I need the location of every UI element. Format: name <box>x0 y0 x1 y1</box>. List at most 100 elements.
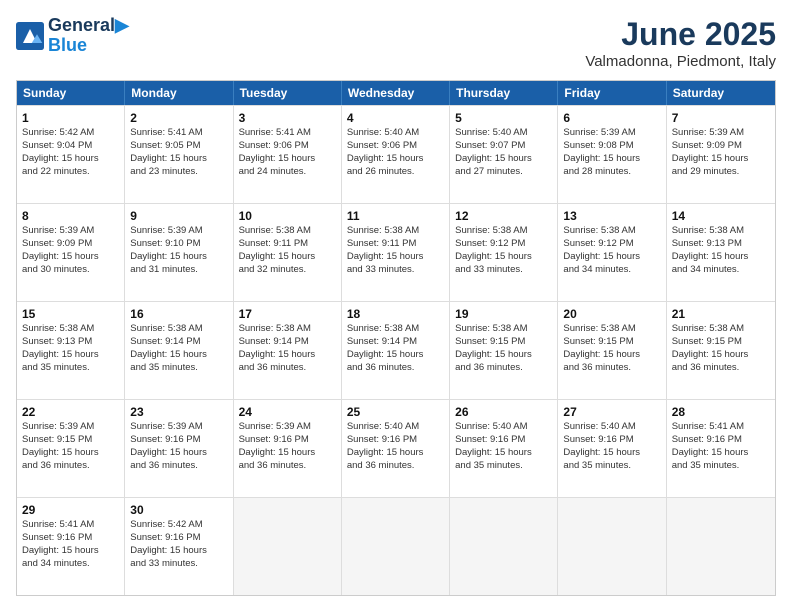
day-info-line: Sunset: 9:15 PM <box>22 434 119 447</box>
day-info-line: Sunset: 9:15 PM <box>672 336 770 349</box>
location-title: Valmadonna, Piedmont, Italy <box>585 53 776 70</box>
day-info-line: Sunset: 9:10 PM <box>130 238 227 251</box>
day-number: 22 <box>22 404 119 420</box>
header-thursday: Thursday <box>450 81 558 105</box>
calendar-cell: 25Sunrise: 5:40 AMSunset: 9:16 PMDayligh… <box>342 400 450 497</box>
day-info-line: Sunset: 9:07 PM <box>455 140 552 153</box>
calendar-cell: 22Sunrise: 5:39 AMSunset: 9:15 PMDayligh… <box>17 400 125 497</box>
day-info-line: Sunset: 9:16 PM <box>239 434 336 447</box>
day-info-line: and 36 minutes. <box>239 460 336 473</box>
day-info-line: and 36 minutes. <box>672 362 770 375</box>
day-number: 29 <box>22 502 119 518</box>
day-info-line: Sunset: 9:16 PM <box>130 434 227 447</box>
calendar-cell: 28Sunrise: 5:41 AMSunset: 9:16 PMDayligh… <box>667 400 775 497</box>
calendar-cell: 14Sunrise: 5:38 AMSunset: 9:13 PMDayligh… <box>667 204 775 301</box>
day-info-line: and 29 minutes. <box>672 166 770 179</box>
calendar-cell: 20Sunrise: 5:38 AMSunset: 9:15 PMDayligh… <box>558 302 666 399</box>
day-info-line: Sunrise: 5:40 AM <box>563 421 660 434</box>
day-info-line: Sunrise: 5:38 AM <box>239 323 336 336</box>
day-info-line: and 27 minutes. <box>455 166 552 179</box>
day-number: 4 <box>347 110 444 126</box>
day-info-line: Sunset: 9:16 PM <box>347 434 444 447</box>
day-info-line: Sunset: 9:14 PM <box>130 336 227 349</box>
day-number: 1 <box>22 110 119 126</box>
day-info-line: Sunset: 9:15 PM <box>563 336 660 349</box>
day-info-line: and 32 minutes. <box>239 264 336 277</box>
day-number: 14 <box>672 208 770 224</box>
title-block: June 2025 Valmadonna, Piedmont, Italy <box>585 16 776 70</box>
day-info-line: Sunrise: 5:40 AM <box>347 127 444 140</box>
day-info-line: Daylight: 15 hours <box>239 251 336 264</box>
day-info-line: Sunrise: 5:41 AM <box>239 127 336 140</box>
day-number: 17 <box>239 306 336 322</box>
calendar-row-1: 1Sunrise: 5:42 AMSunset: 9:04 PM Daylight… <box>17 105 775 203</box>
day-info-line: and 28 minutes. <box>563 166 660 179</box>
day-info-line: and 23 minutes. <box>130 166 227 179</box>
calendar: Sunday Monday Tuesday Wednesday Thursday… <box>16 80 776 596</box>
day-info-line: Sunrise: 5:38 AM <box>130 323 227 336</box>
calendar-body: 1Sunrise: 5:42 AMSunset: 9:04 PM Daylight… <box>17 105 775 595</box>
day-info-line: Daylight: 15 hours <box>130 545 227 558</box>
calendar-cell: 6Sunrise: 5:39 AMSunset: 9:08 PMDaylight… <box>558 106 666 203</box>
calendar-cell: 3Sunrise: 5:41 AMSunset: 9:06 PMDaylight… <box>234 106 342 203</box>
day-info-line: Sunset: 9:12 PM <box>455 238 552 251</box>
header-sunday: Sunday <box>17 81 125 105</box>
day-info-line: Sunrise: 5:42 AM <box>22 127 119 140</box>
day-info-line: and 35 minutes. <box>563 460 660 473</box>
day-number: 16 <box>130 306 227 322</box>
day-info-line: and 35 minutes. <box>672 460 770 473</box>
header-wednesday: Wednesday <box>342 81 450 105</box>
calendar-cell: 2Sunrise: 5:41 AMSunset: 9:05 PMDaylight… <box>125 106 233 203</box>
day-info-line: Daylight: 15 hours <box>239 153 336 166</box>
logo-line1: General▶ <box>48 16 129 36</box>
day-info-line: and 35 minutes. <box>22 362 119 375</box>
day-info-line: Daylight: 15 hours <box>130 349 227 362</box>
day-info-line: and 31 minutes. <box>130 264 227 277</box>
day-info-line: Sunrise: 5:38 AM <box>455 225 552 238</box>
calendar-cell <box>234 498 342 595</box>
day-info-line: and 34 minutes. <box>563 264 660 277</box>
calendar-cell: 16Sunrise: 5:38 AMSunset: 9:14 PMDayligh… <box>125 302 233 399</box>
calendar-cell: 17Sunrise: 5:38 AMSunset: 9:14 PMDayligh… <box>234 302 342 399</box>
day-info-line: Sunset: 9:11 PM <box>239 238 336 251</box>
day-info-line: Sunrise: 5:40 AM <box>455 127 552 140</box>
day-info-line: Daylight: 15 hours <box>347 447 444 460</box>
day-info-line: Sunset: 9:13 PM <box>22 336 119 349</box>
day-info-line: Daylight: 15 hours <box>239 447 336 460</box>
day-info-line: Sunrise: 5:38 AM <box>672 323 770 336</box>
page: General▶ Blue June 2025 Valmadonna, Pied… <box>0 0 792 612</box>
day-info-line: Sunset: 9:05 PM <box>130 140 227 153</box>
day-info-line: Daylight: 15 hours <box>563 447 660 460</box>
day-info-line: Daylight: 15 hours <box>347 349 444 362</box>
day-number: 6 <box>563 110 660 126</box>
day-info-line: Daylight: 15 hours <box>563 153 660 166</box>
day-info-line: Sunrise: 5:39 AM <box>130 421 227 434</box>
calendar-cell: 10Sunrise: 5:38 AMSunset: 9:11 PMDayligh… <box>234 204 342 301</box>
day-info-line: Daylight: 15 hours <box>347 153 444 166</box>
day-info-line: and 33 minutes. <box>347 264 444 277</box>
day-number: 11 <box>347 208 444 224</box>
day-number: 3 <box>239 110 336 126</box>
day-info-line: Daylight: 15 hours <box>130 251 227 264</box>
calendar-cell: 7Sunrise: 5:39 AMSunset: 9:09 PMDaylight… <box>667 106 775 203</box>
day-info-line: Daylight: 15 hours <box>22 349 119 362</box>
day-info-line: Sunset: 9:09 PM <box>22 238 119 251</box>
day-number: 8 <box>22 208 119 224</box>
day-info-line: Daylight: 15 hours <box>347 251 444 264</box>
day-info-line: Daylight: 15 hours <box>455 447 552 460</box>
day-info-line: Sunrise: 5:39 AM <box>22 421 119 434</box>
calendar-cell: 8Sunrise: 5:39 AMSunset: 9:09 PMDaylight… <box>17 204 125 301</box>
calendar-cell: 23Sunrise: 5:39 AMSunset: 9:16 PMDayligh… <box>125 400 233 497</box>
day-info-line: Sunset: 9:14 PM <box>347 336 444 349</box>
day-info-line: Daylight: 15 hours <box>672 251 770 264</box>
day-info-line: Sunrise: 5:41 AM <box>22 519 119 532</box>
day-info-line: Sunset: 9:16 PM <box>22 532 119 545</box>
header-friday: Friday <box>558 81 666 105</box>
day-info-line: Sunset: 9:04 PM <box>22 140 119 153</box>
header-tuesday: Tuesday <box>234 81 342 105</box>
logo-icon <box>16 22 44 50</box>
day-info-line: Daylight: 15 hours <box>563 251 660 264</box>
day-info-line: and 26 minutes. <box>347 166 444 179</box>
calendar-cell: 1Sunrise: 5:42 AMSunset: 9:04 PMDaylight… <box>17 106 125 203</box>
day-info-line: and 36 minutes. <box>455 362 552 375</box>
